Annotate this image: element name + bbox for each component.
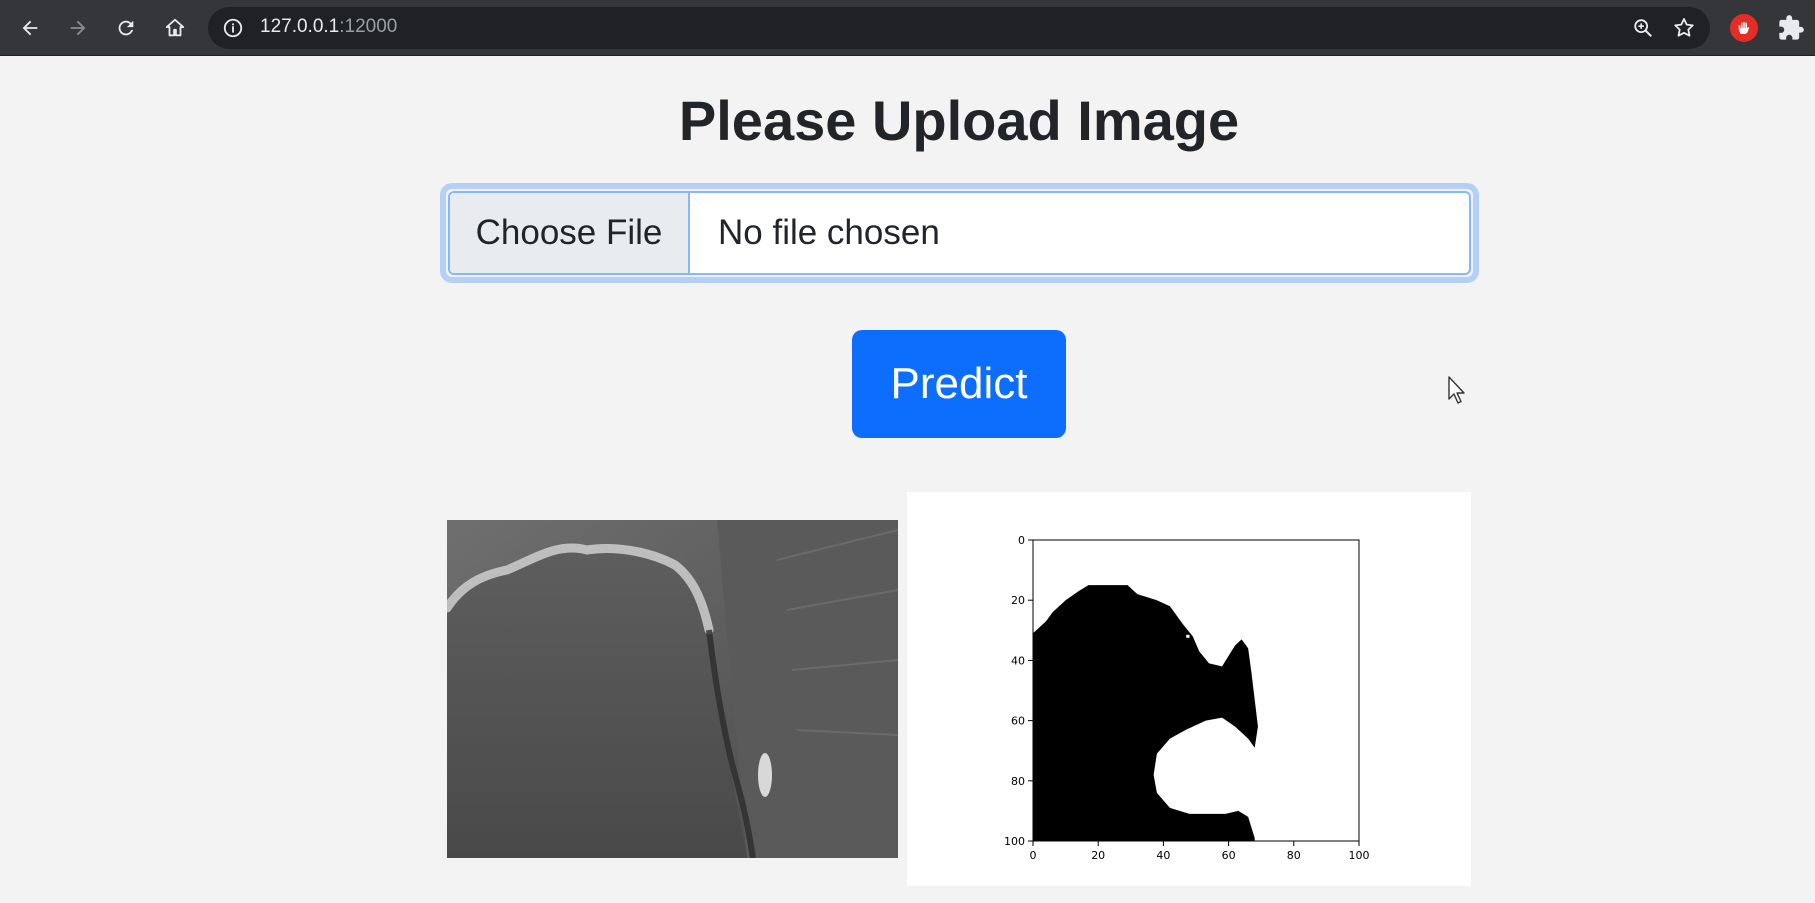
extension-hand-icon[interactable] bbox=[1730, 14, 1758, 42]
predict-button[interactable]: Predict bbox=[852, 330, 1066, 438]
info-icon[interactable] bbox=[222, 17, 244, 39]
y-tick-label: 20 bbox=[1011, 594, 1025, 607]
puzzle-icon[interactable] bbox=[1777, 14, 1805, 42]
forward-icon[interactable] bbox=[60, 10, 96, 46]
x-tick-label: 60 bbox=[1222, 849, 1236, 862]
choose-file-button[interactable]: Choose File bbox=[450, 193, 690, 273]
home-icon[interactable] bbox=[157, 10, 193, 46]
prediction-chart: 0 20 40 60 80 100 0 20 40 60 80 100 bbox=[1004, 534, 1370, 862]
x-tick-label: 100 bbox=[1349, 849, 1370, 862]
browser-toolbar: 127.0.0.1:12000 bbox=[0, 0, 1815, 56]
reload-icon[interactable] bbox=[108, 10, 144, 46]
x-tick-label: 20 bbox=[1091, 849, 1105, 862]
prediction-plot: 0 20 40 60 80 100 0 20 40 60 80 100 bbox=[907, 492, 1471, 886]
mask-hole bbox=[1186, 634, 1190, 638]
back-icon[interactable] bbox=[12, 10, 48, 46]
x-tick-label: 80 bbox=[1287, 849, 1301, 862]
star-icon[interactable] bbox=[1672, 16, 1696, 40]
y-tick-label: 100 bbox=[1004, 835, 1025, 848]
y-tick-label: 80 bbox=[1011, 775, 1025, 788]
url-text[interactable]: 127.0.0.1:12000 bbox=[260, 16, 397, 38]
x-tick-label: 40 bbox=[1156, 849, 1170, 862]
toolbar-divider bbox=[0, 55, 1815, 56]
address-bar[interactable]: 127.0.0.1:12000 bbox=[208, 7, 1710, 49]
uploaded-image bbox=[447, 520, 898, 858]
y-tick-label: 60 bbox=[1011, 715, 1025, 728]
y-tick-label: 40 bbox=[1011, 654, 1025, 667]
file-status-text: No file chosen bbox=[718, 213, 940, 252]
zoom-icon[interactable] bbox=[1632, 17, 1654, 39]
file-input[interactable]: Choose File No file chosen bbox=[440, 183, 1479, 283]
mouse-pointer-icon bbox=[1448, 376, 1465, 404]
x-tick-label: 0 bbox=[1030, 849, 1037, 862]
y-tick-label: 0 bbox=[1018, 534, 1025, 547]
page-title: Please Upload Image bbox=[678, 89, 1240, 152]
